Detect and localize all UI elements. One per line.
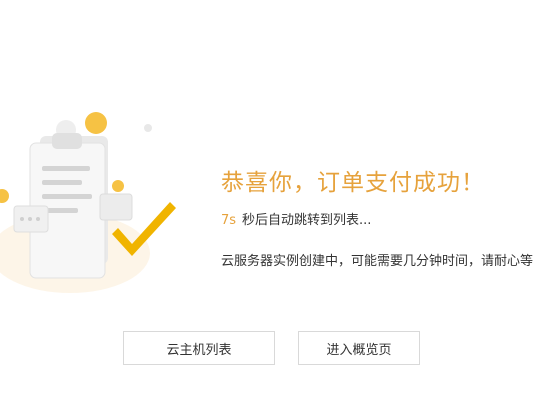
redirect-countdown: 7s 秒后自动跳转到列表... <box>221 209 371 228</box>
creation-status-text: 云服务器实例创建中，可能需要几分钟时间，请耐心等 <box>221 254 534 269</box>
payment-success-page: 恭喜你，订单支付成功！ 7s 秒后自动跳转到列表... 云服务器实例创建中，可能需… <box>0 0 545 409</box>
instance-list-button[interactable]: 云主机列表 <box>123 331 275 365</box>
countdown-seconds: 7s <box>221 213 237 228</box>
success-title: 恭喜你，订单支付成功！ <box>221 170 485 196</box>
overview-button[interactable]: 进入概览页 <box>298 331 420 365</box>
countdown-text: 秒后自动跳转到列表... <box>242 213 372 228</box>
document-success-illustration <box>0 112 176 293</box>
